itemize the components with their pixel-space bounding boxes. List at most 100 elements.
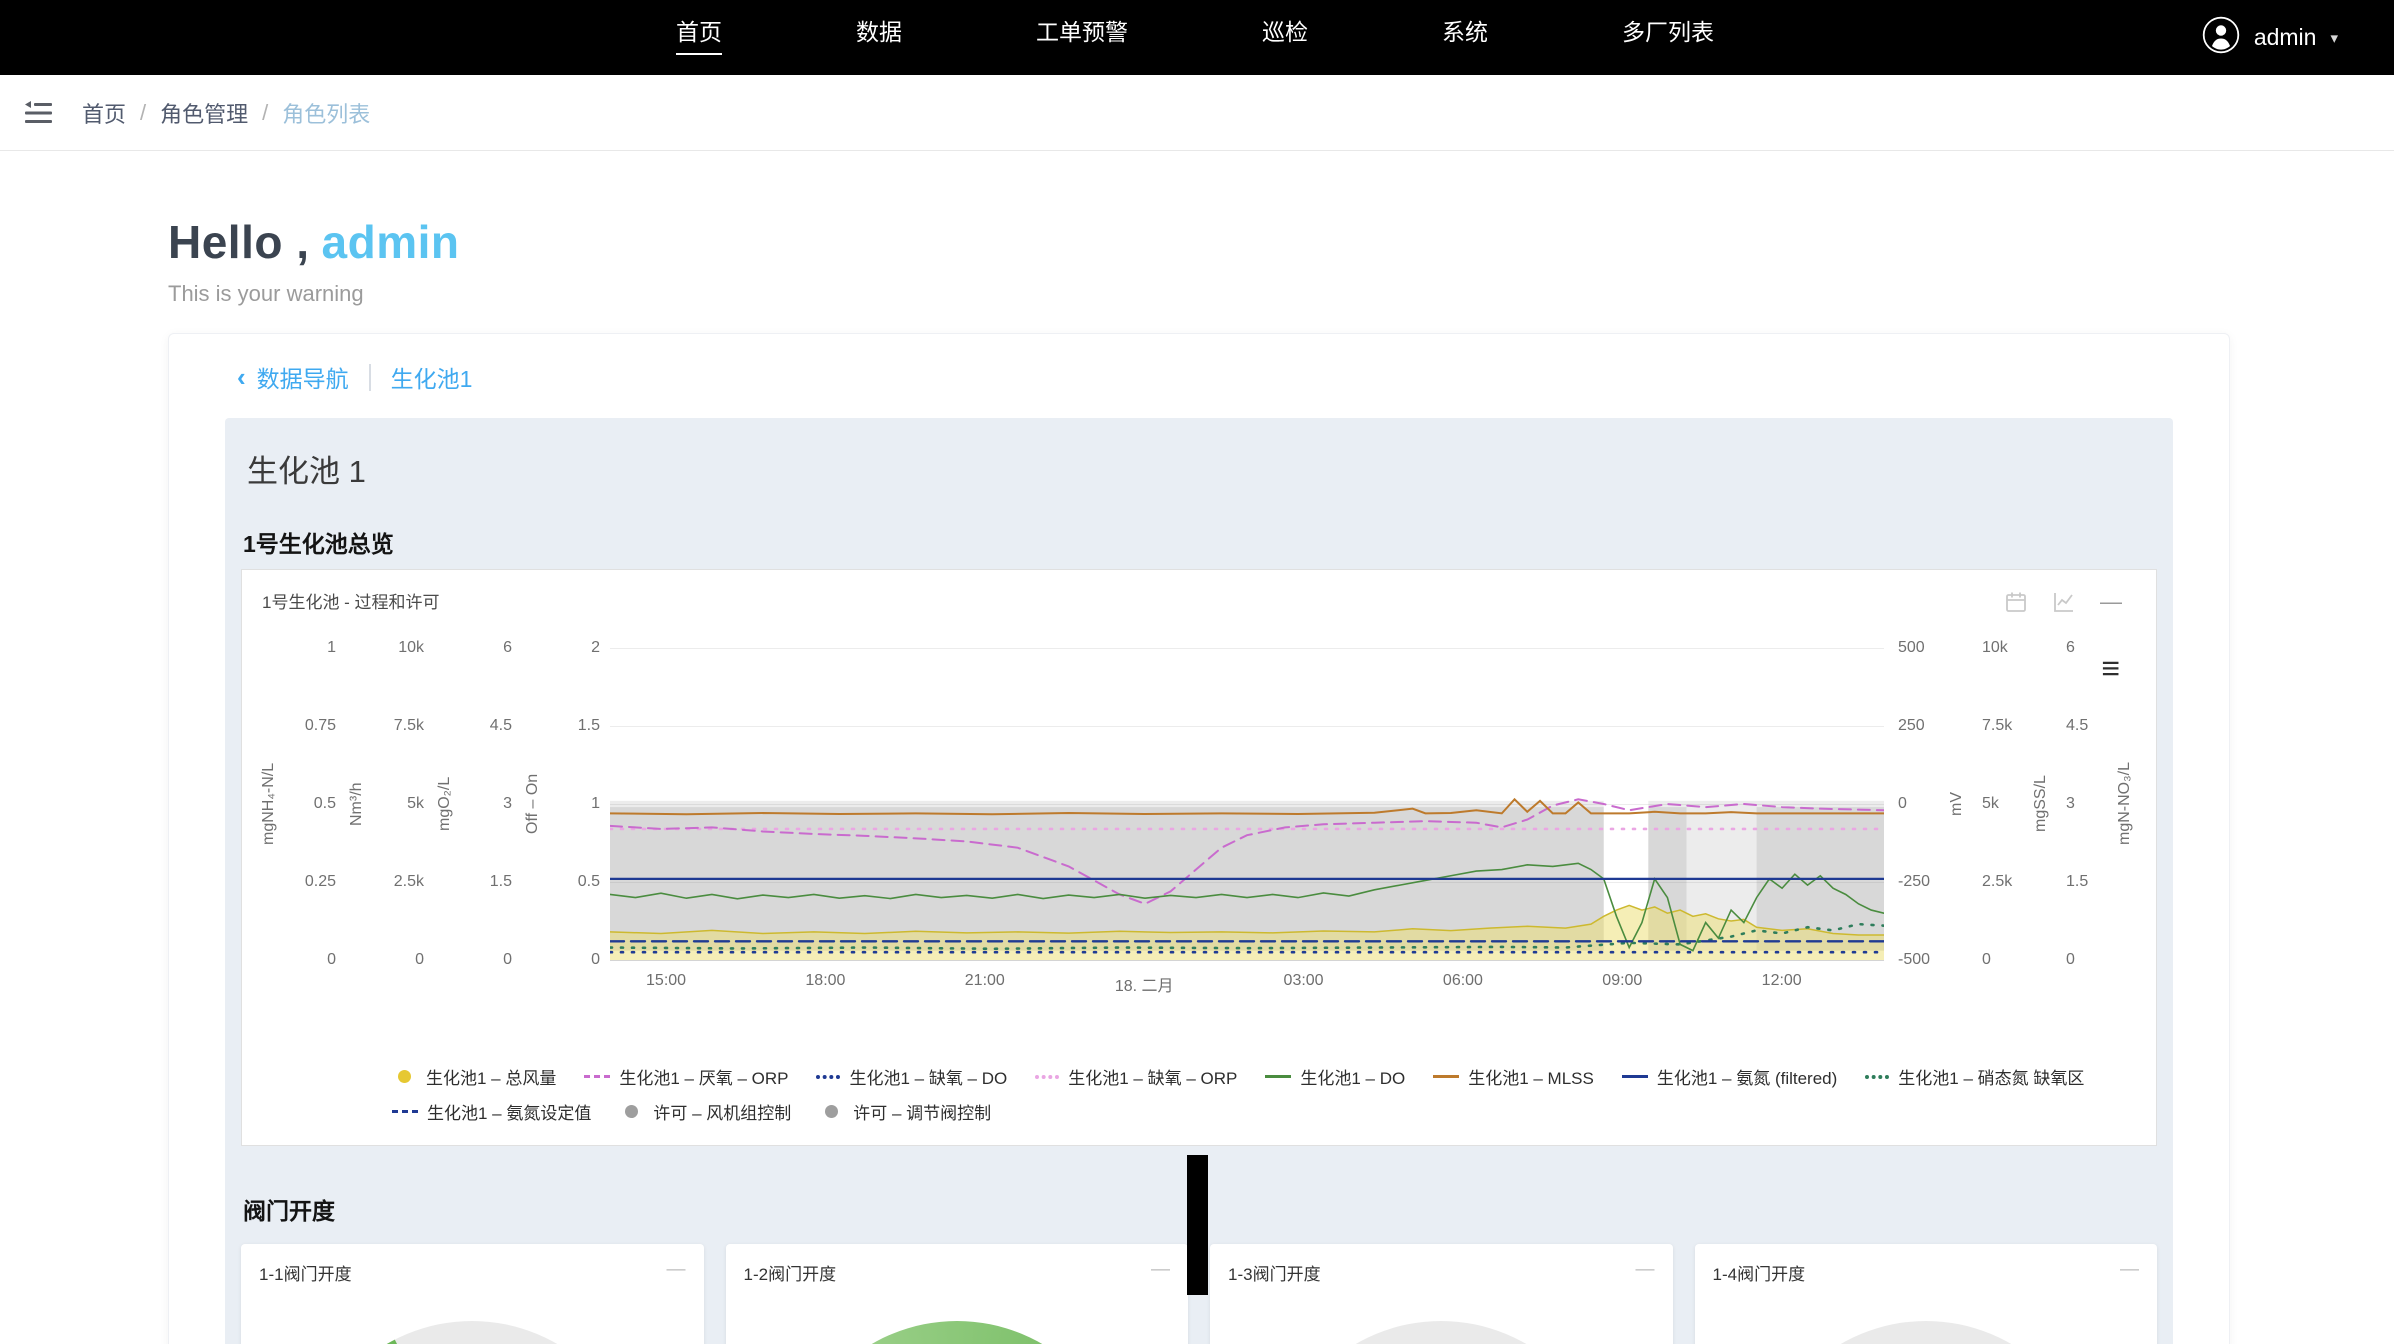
nav-item-数据[interactable]: 数据 xyxy=(856,21,902,55)
legend-item[interactable]: 生化池1 – MLSS xyxy=(1433,1064,1594,1089)
calendar-icon[interactable] xyxy=(2004,590,2028,614)
gauge-donut xyxy=(1271,1321,1611,1344)
axis-tick: 0 xyxy=(327,951,336,969)
axis-tick: 1.5 xyxy=(2066,873,2088,891)
gauge-title: 1-4阀门开度 xyxy=(1713,1260,1806,1285)
nav-menu: 首页 数据 工单预警 巡检 系统 多厂列表 xyxy=(676,21,1714,55)
axis-tick: 0 xyxy=(2066,951,2075,969)
left-axis-unit: mgO₂/L64.531.50 xyxy=(434,648,512,960)
axis-title: mgNH₄-N/L xyxy=(258,648,280,960)
legend-marker xyxy=(398,1070,411,1083)
legend-item[interactable]: 生化池1 – 氨氮 (filtered) xyxy=(1622,1064,1837,1089)
axis-tick: 10k xyxy=(1982,639,2008,657)
panel-title: 生化池 1 xyxy=(247,446,2157,491)
breadcrumb-item[interactable]: 首页 xyxy=(82,97,126,129)
nav-item-工单预警[interactable]: 工单预警 xyxy=(1036,21,1128,55)
minimize-icon[interactable]: — xyxy=(667,1260,686,1285)
back-button[interactable]: ‹ 数据导航 xyxy=(237,360,349,394)
axis-tick: 6 xyxy=(2066,639,2075,657)
legend-marker xyxy=(1265,1075,1291,1078)
legend-item[interactable]: 生化池1 – 总风量 xyxy=(392,1064,556,1089)
axis-tick: 0 xyxy=(415,951,424,969)
legend-row: 生化池1 – 总风量 生化池1 – 厌氧 – ORP 生化池1 – 缺氧 – DO 生… xyxy=(392,1064,2156,1089)
axis-tick: 1 xyxy=(591,795,600,813)
right-axis-unit: 5002500-250-500mV xyxy=(1898,648,1968,960)
legend-marker xyxy=(1433,1075,1459,1078)
minimize-icon[interactable]: — xyxy=(2100,591,2122,613)
axis-tick: 0 xyxy=(591,951,600,969)
chevron-left-icon: ‹ xyxy=(237,364,246,390)
left-axis-unit: mgNH₄-N/L10.750.50.250 xyxy=(258,648,336,960)
axis-tick: 3 xyxy=(2066,795,2075,813)
minimize-icon[interactable]: — xyxy=(2120,1260,2139,1285)
axis-tick: 6 xyxy=(503,639,512,657)
gauge-card: 1-4阀门开度 — xyxy=(1695,1244,2158,1344)
chart-body: mgNH₄-N/L10.750.50.250Nm³/h10k7.5k5k2.5k… xyxy=(242,570,2156,960)
current-view-label[interactable]: 生化池1 xyxy=(391,360,473,394)
axis-tick: 2 xyxy=(591,639,600,657)
axis-tick: 10k xyxy=(398,639,424,657)
axis-tick: 1 xyxy=(327,639,336,657)
sidebar-toggle-icon[interactable] xyxy=(24,101,54,125)
chart-toolbox: — xyxy=(2004,590,2122,614)
axis-ticks: 64.531.50 xyxy=(2066,648,2114,960)
breadcrumb-bar: 首页/角色管理/角色列表 xyxy=(0,75,2394,151)
legend-marker xyxy=(1622,1075,1648,1078)
legend-label: 生化池1 – 缺氧 – ORP xyxy=(1068,1064,1237,1089)
chart-legend: 生化池1 – 总风量 生化池1 – 厌氧 – ORP 生化池1 – 缺氧 – DO 生… xyxy=(392,1064,2156,1124)
gauge-title: 1-3阀门开度 xyxy=(1228,1260,1321,1285)
legend-item[interactable]: 生化池1 – 缺氧 – ORP xyxy=(1035,1064,1237,1089)
legend-item[interactable]: 生化池1 – 厌氧 – ORP xyxy=(584,1064,788,1089)
nav-item-首页[interactable]: 首页 xyxy=(676,21,722,55)
plot-area[interactable]: 15:0018:0021:0018. 二月03:0006:0009:0012:0… xyxy=(610,648,1884,960)
axis-ticks: 10.750.50.250 xyxy=(280,648,336,960)
gauge-card-header: 1-1阀门开度 — xyxy=(241,1244,704,1285)
legend-label: 生化池1 – 厌氧 – ORP xyxy=(619,1064,788,1089)
axis-tick: 2.5k xyxy=(394,873,424,891)
x-axis-tick: 18:00 xyxy=(805,972,845,990)
axis-tick: -250 xyxy=(1898,873,1930,891)
legend-item[interactable]: 生化池1 – 氨氮设定值 xyxy=(392,1099,591,1124)
gauge-title: 1-1阀门开度 xyxy=(259,1260,352,1285)
scrollbar-thumb[interactable] xyxy=(1187,1155,1208,1295)
gauge-donut xyxy=(302,1321,642,1344)
legend-item[interactable]: 许可 – 风机组控制 xyxy=(619,1099,791,1124)
left-axis-unit: Off – On21.510.50 xyxy=(522,648,600,960)
legend-label: 生化池1 – 硝态氮 缺氧区 xyxy=(1898,1064,2084,1089)
gauge-card-header: 1-2阀门开度— xyxy=(726,1244,1189,1285)
axis-tick: 5k xyxy=(1982,795,1999,813)
axis-tick: 500 xyxy=(1898,639,1925,657)
nav-item-多厂列表[interactable]: 多厂列表 xyxy=(1622,21,1714,55)
right-axis-unit: 10k7.5k5k2.5k0mgSS/L xyxy=(1982,648,2052,960)
gauge-card: 1-2阀门开度— xyxy=(726,1244,1189,1344)
breadcrumb-item[interactable]: 角色管理 xyxy=(160,97,248,129)
line-chart-icon[interactable] xyxy=(2052,590,2076,614)
nav-item-巡检[interactable]: 巡检 xyxy=(1262,21,1308,55)
subnav: ‹ 数据导航 生化池1 xyxy=(237,360,2173,394)
x-axis-labels: 15:0018:0021:0018. 二月03:0006:0009:0012:0… xyxy=(610,960,1884,994)
legend-item[interactable]: 生化池1 – 缺氧 – DO xyxy=(816,1064,1007,1089)
minimize-icon[interactable]: — xyxy=(1636,1260,1655,1285)
legend-item[interactable]: 生化池1 – DO xyxy=(1265,1064,1405,1089)
minimize-icon[interactable]: — xyxy=(1151,1260,1170,1285)
legend-marker xyxy=(1035,1075,1059,1079)
legend-item[interactable]: 许可 – 调节阀控制 xyxy=(819,1099,991,1124)
back-label: 数据导航 xyxy=(257,360,349,394)
axis-ticks: 10k7.5k5k2.5k0 xyxy=(368,648,424,960)
axis-tick: 0.5 xyxy=(314,795,336,813)
axis-tick: 3 xyxy=(503,795,512,813)
axis-ticks: 64.531.50 xyxy=(456,648,512,960)
legend-marker xyxy=(392,1110,418,1113)
legend-label: 生化池1 – MLSS xyxy=(1468,1064,1594,1089)
nav-item-系统[interactable]: 系统 xyxy=(1442,21,1488,55)
gauge-card: 1-1阀门开度 — xyxy=(241,1244,704,1344)
legend-label: 生化池1 – 氨氮设定值 xyxy=(427,1099,591,1124)
legend-label: 许可 – 调节阀控制 xyxy=(853,1099,991,1124)
legend-marker xyxy=(625,1105,638,1118)
user-menu[interactable]: admin ▾ xyxy=(2202,0,2338,75)
greeting-subtitle: This is your warning xyxy=(168,281,2394,307)
axis-tick: 0 xyxy=(1982,951,1991,969)
axis-title: Nm³/h xyxy=(346,648,368,960)
legend-item[interactable]: 生化池1 – 硝态氮 缺氧区 xyxy=(1865,1064,2084,1089)
legend-marker xyxy=(825,1105,838,1118)
